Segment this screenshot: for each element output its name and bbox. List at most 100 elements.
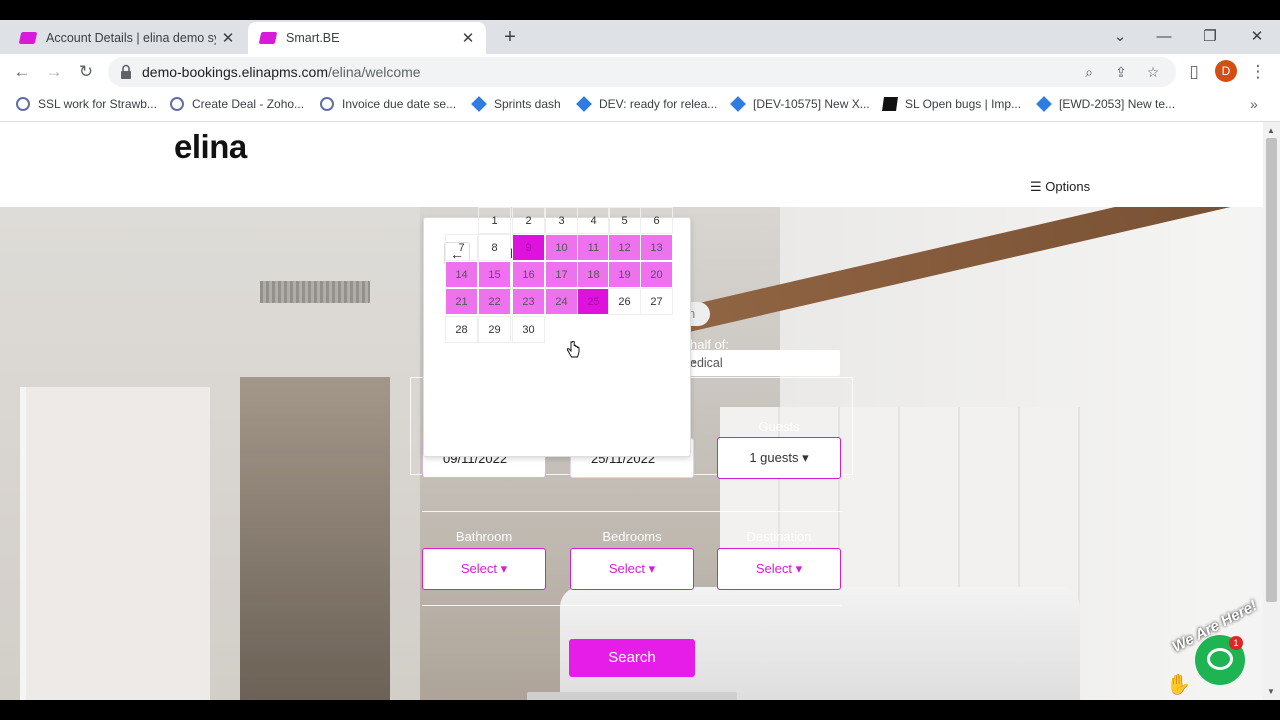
zoom-icon[interactable]: ⌕ xyxy=(1078,61,1100,83)
search-button[interactable]: Search xyxy=(569,639,695,677)
bookmark-item[interactable]: Invoice due date se... xyxy=(320,97,456,111)
calendar-day[interactable]: 9 xyxy=(512,234,545,261)
bedrooms-dropdown[interactable]: Select ▾ xyxy=(570,548,694,590)
tab-title: Account Details | elina demo syst xyxy=(46,31,216,45)
scroll-up-icon[interactable]: ▲ xyxy=(1267,126,1275,135)
back-icon[interactable]: ← xyxy=(10,60,34,84)
calendar-day[interactable]: 7 xyxy=(445,234,478,261)
bookmark-item[interactable]: Sprints dash xyxy=(471,96,561,112)
calendar-day[interactable]: 22 xyxy=(478,288,511,315)
calendar-day[interactable]: 8 xyxy=(478,234,511,261)
calendar-day[interactable]: 20 xyxy=(640,261,673,288)
star-icon[interactable]: ☆ xyxy=(1142,61,1164,83)
swirl-icon xyxy=(16,97,30,111)
hamburger-icon: ☰ xyxy=(1030,179,1046,194)
flag-icon xyxy=(882,97,898,111)
elina-favicon-icon xyxy=(18,32,38,44)
jira-icon xyxy=(576,96,592,112)
destination-label: Destination xyxy=(746,529,812,544)
calendar-day[interactable]: 30 xyxy=(512,316,545,343)
calendar-day[interactable]: 2 xyxy=(512,207,545,234)
scroll-down-icon[interactable]: ▼ xyxy=(1267,687,1275,696)
hand-cursor-icon xyxy=(566,341,580,358)
bookmarks-bar: SSL work for Strawb... Create Deal - Zoh… xyxy=(0,90,1280,122)
calendar-day[interactable]: 19 xyxy=(608,261,641,288)
new-tab-icon[interactable]: + xyxy=(498,25,522,49)
calendar-day[interactable]: 29 xyxy=(478,316,511,343)
guests-label: Guests xyxy=(758,419,800,434)
bookmark-item[interactable]: Create Deal - Zoho... xyxy=(170,97,304,111)
destination-dropdown[interactable]: Select ▾ xyxy=(717,548,841,590)
tab-title: Smart.BE xyxy=(286,31,340,45)
calendar-day[interactable]: 28 xyxy=(445,316,478,343)
calendar-day[interactable]: 15 xyxy=(478,261,511,288)
tab-account-details[interactable]: Account Details | elina demo syst ✕ xyxy=(8,22,246,54)
bookmark-item[interactable]: SSL work for Strawb... xyxy=(16,97,157,111)
bookmark-item[interactable]: DEV: ready for relea... xyxy=(576,96,717,112)
calendar-day[interactable]: 3 xyxy=(545,207,578,234)
bathroom-dropdown[interactable]: Select ▾ xyxy=(422,548,546,590)
profile-avatar[interactable]: D xyxy=(1215,60,1237,82)
close-tab-icon[interactable]: ✕ xyxy=(456,29,480,47)
calendar-day[interactable]: 14 xyxy=(445,261,478,288)
tab-search-icon[interactable]: ⌄ xyxy=(1108,25,1132,49)
bookmark-item[interactable]: [EWD-2053] New te... xyxy=(1036,96,1175,112)
chevron-down-icon: ⌄ xyxy=(690,355,699,366)
calendar-day[interactable]: 10 xyxy=(545,234,578,261)
calendar-day[interactable]: 11 xyxy=(577,234,610,261)
calendar-day[interactable]: 1 xyxy=(478,207,511,234)
calendar-day[interactable]: 27 xyxy=(640,288,673,315)
calendar-day[interactable]: 23 xyxy=(512,288,545,315)
calendar-day[interactable]: 21 xyxy=(445,288,478,315)
tab-smartbe[interactable]: Smart.BE ✕ xyxy=(248,22,486,54)
divider xyxy=(422,605,842,606)
close-window-icon[interactable]: ✕ xyxy=(1245,25,1269,49)
web-page: elina ☰ Options n half of: edical ⌄ Gues… xyxy=(0,122,1263,700)
address-bar[interactable]: demo-bookings.elinapms.com/elina/welcome… xyxy=(108,57,1176,87)
jira-icon xyxy=(1036,96,1052,112)
url-text: demo-bookings.elinapms.com/elina/welcome xyxy=(142,64,421,80)
jira-icon xyxy=(730,96,746,112)
wave-hand-icon: ✋ xyxy=(1166,674,1191,696)
swirl-icon xyxy=(170,97,184,111)
side-panel-icon[interactable]: ▯ xyxy=(1182,60,1206,84)
bedrooms-label: Bedrooms xyxy=(602,529,662,544)
calendar-day[interactable]: 24 xyxy=(545,288,578,315)
scroll-thumb[interactable] xyxy=(1266,138,1277,602)
bookmark-item[interactable]: SL Open bugs | Imp... xyxy=(882,97,1021,111)
reload-icon[interactable]: ↻ xyxy=(74,60,98,84)
calendar-day[interactable]: 6 xyxy=(640,207,673,234)
elina-favicon-icon xyxy=(258,32,278,44)
guests-dropdown[interactable]: 1 guests ▾ xyxy=(717,437,841,479)
info-banner xyxy=(527,692,737,700)
date-picker-popup: ← November 2022 → MoTuWeThFrSaSu 1234567… xyxy=(423,207,691,457)
minimize-icon[interactable]: — xyxy=(1152,25,1176,49)
site-logo[interactable]: elina xyxy=(174,128,247,166)
close-tab-icon[interactable]: ✕ xyxy=(216,29,240,47)
calendar-day[interactable]: 17 xyxy=(545,261,578,288)
options-menu[interactable]: ☰ Options xyxy=(1030,179,1090,195)
browser-toolbar: ← → ↻ demo-bookings.elinapms.com/elina/w… xyxy=(0,54,1280,90)
divider xyxy=(422,511,842,512)
calendar-day[interactable]: 18 xyxy=(577,261,610,288)
restore-icon[interactable]: ❐ xyxy=(1198,25,1222,49)
menu-icon[interactable]: ⋮ xyxy=(1246,60,1270,84)
forward-icon[interactable]: → xyxy=(42,60,66,84)
lock-icon xyxy=(121,64,131,79)
chat-icon xyxy=(1207,648,1233,670)
behalf-select[interactable]: edical ⌄ xyxy=(680,350,840,376)
calendar-day[interactable]: 16 xyxy=(512,261,545,288)
swirl-icon xyxy=(320,97,334,111)
share-icon[interactable]: ⇪ xyxy=(1110,61,1132,83)
more-bookmarks-icon[interactable]: » xyxy=(1250,96,1258,112)
calendar-day[interactable]: 13 xyxy=(640,234,673,261)
calendar-day[interactable]: 4 xyxy=(577,207,610,234)
page-scrollbar[interactable]: ▲ ▼ xyxy=(1263,122,1280,700)
calendar-day[interactable]: 5 xyxy=(608,207,641,234)
calendar-day[interactable]: 12 xyxy=(608,234,641,261)
calendar-day[interactable]: 26 xyxy=(608,288,641,315)
bathroom-label: Bathroom xyxy=(455,529,513,544)
bookmark-item[interactable]: [DEV-10575] New X... xyxy=(730,96,870,112)
browser-window: Account Details | elina demo syst ✕ Smar… xyxy=(0,20,1280,700)
calendar-day[interactable]: 25 xyxy=(577,288,610,315)
